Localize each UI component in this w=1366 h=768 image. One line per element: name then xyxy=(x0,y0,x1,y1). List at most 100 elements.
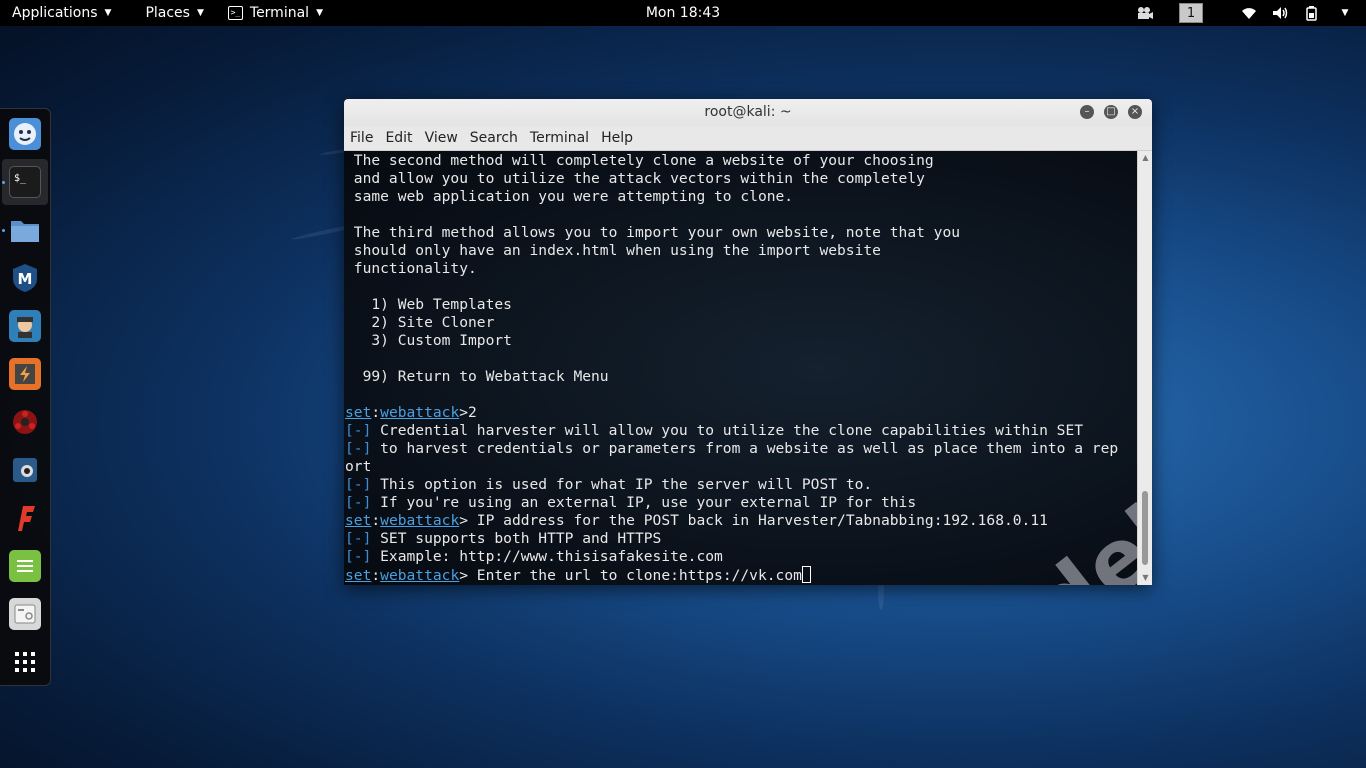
terminal-icon: >_ xyxy=(227,6,243,20)
maximize-icon[interactable]: □ xyxy=(1104,105,1118,119)
top-bar: Applications ▼ Places ▼ >_ Terminal ▼ Mo… xyxy=(0,0,1366,26)
prompt-input: >2 xyxy=(459,404,477,421)
applications-menu[interactable]: Applications ▼ xyxy=(0,0,121,26)
info-line: [-] This option is used for what IP the … xyxy=(345,476,1137,494)
terminal-line: same web application you were attempting… xyxy=(345,188,794,205)
terminal-line: ort xyxy=(345,458,372,475)
applications-label: Applications xyxy=(12,5,98,21)
close-icon[interactable]: × xyxy=(1128,105,1142,119)
prompt-colon: : xyxy=(371,512,381,529)
dock-files-icon[interactable] xyxy=(9,214,41,246)
text-cursor xyxy=(801,566,811,583)
dock-burpsuite-icon[interactable] xyxy=(9,358,41,390)
prompt-colon: : xyxy=(371,404,381,421)
menu-view[interactable]: View xyxy=(419,130,464,146)
prompt-input: > IP address for the POST back in Harves… xyxy=(459,512,1048,529)
battery-icon[interactable] xyxy=(1304,5,1322,21)
chevron-down-icon: ▼ xyxy=(1341,8,1349,18)
prompt-webattack: webattack xyxy=(380,567,460,584)
info-line: [-] SET supports both HTTP and HTTPS xyxy=(345,530,1137,548)
prompt-line: set:webattack> IP address for the POST b… xyxy=(345,512,1137,530)
prompt-input: > Enter the url to clone:https://vk.com xyxy=(459,567,802,584)
power-menu-icon[interactable]: ▼ xyxy=(1336,5,1354,21)
scroll-down-icon[interactable]: ▼ xyxy=(1138,571,1152,585)
info-marker: [-] xyxy=(345,548,372,565)
terminal-output[interactable]: The second method will completely clone … xyxy=(344,151,1137,585)
menu-help[interactable]: Help xyxy=(595,130,639,146)
info-text: If you're using an external IP, use your… xyxy=(371,494,917,511)
terminal-line: and allow you to utilize the attack vect… xyxy=(345,170,925,187)
dock-faraday-icon[interactable] xyxy=(9,406,41,438)
menu-option: 1) Web Templates xyxy=(345,296,512,313)
terminal-app-menu[interactable]: >_ Terminal ▼ xyxy=(218,0,333,26)
menu-option: 99) Return to Webattack Menu xyxy=(345,368,609,385)
info-text: Credential harvester will allow you to u… xyxy=(371,422,1084,439)
system-tray: 1 ▼ xyxy=(1129,0,1366,26)
running-indicator xyxy=(2,181,5,184)
menu-option: 2) Site Cloner xyxy=(345,314,495,331)
workspace-indicator[interactable]: 1 xyxy=(1179,3,1203,23)
window-controls: – □ × xyxy=(1070,105,1142,119)
terminal-scrollbar[interactable]: ▲ ▼ xyxy=(1137,151,1152,585)
prompt-set: set xyxy=(345,567,372,584)
terminal-label: Terminal xyxy=(249,5,310,21)
prompt-colon: : xyxy=(371,567,381,584)
dock-app-grid-icon[interactable] xyxy=(9,646,41,678)
menu-search[interactable]: Search xyxy=(464,130,524,146)
dock-metasploit-icon[interactable]: M xyxy=(9,262,41,294)
clock-label[interactable]: Mon 18:43 xyxy=(646,5,720,21)
terminal-line: functionality. xyxy=(345,260,477,277)
svg-text:M: M xyxy=(18,270,33,288)
info-marker: [-] xyxy=(345,440,372,457)
info-text: SET supports both HTTP and HTTPS xyxy=(371,530,662,547)
info-marker: [-] xyxy=(345,422,372,439)
window-title: root@kali: ~ xyxy=(704,104,792,120)
dock-maltego-icon[interactable] xyxy=(9,454,41,486)
scroll-up-icon[interactable]: ▲ xyxy=(1138,151,1152,165)
chevron-down-icon: ▼ xyxy=(316,8,323,18)
prompt-set: set xyxy=(345,404,372,421)
dock-flashfire-icon[interactable] xyxy=(9,502,41,534)
scrollbar-thumb[interactable] xyxy=(1142,491,1148,565)
places-menu[interactable]: Places ▼ xyxy=(135,0,213,26)
info-line: [-] Credential harvester will allow you … xyxy=(345,422,1137,440)
info-text: to harvest credentials or parameters fro… xyxy=(371,440,1119,457)
dock-dictionary-icon[interactable] xyxy=(9,598,41,630)
dock: $_ M xyxy=(0,108,51,686)
info-text: This option is used for what IP the serv… xyxy=(371,476,873,493)
running-indicator xyxy=(2,229,5,232)
menu-option: 3) Custom Import xyxy=(345,332,512,349)
minimize-icon[interactable]: – xyxy=(1080,105,1094,119)
dock-armitage-icon[interactable] xyxy=(9,310,41,342)
prompt-webattack: webattack xyxy=(380,404,460,421)
info-marker: [-] xyxy=(345,494,372,511)
window-titlebar[interactable]: root@kali: ~ – □ × xyxy=(344,99,1152,126)
info-marker: [-] xyxy=(345,476,372,493)
menu-edit[interactable]: Edit xyxy=(379,130,418,146)
terminal-window[interactable]: root@kali: ~ – □ × File Edit View Search… xyxy=(344,99,1152,585)
dock-finder-icon[interactable] xyxy=(9,118,41,150)
dock-notes-icon[interactable] xyxy=(9,550,41,582)
info-line: [-] If you're using an external IP, use … xyxy=(345,494,1137,512)
wifi-icon[interactable] xyxy=(1240,5,1258,21)
menu-file[interactable]: File xyxy=(344,130,379,146)
volume-icon[interactable] xyxy=(1272,5,1290,21)
terminal-line: should only have an index.html when usin… xyxy=(345,242,881,259)
info-line: [-] to harvest credentials or parameters… xyxy=(345,440,1137,458)
prompt-line: set:webattack>2 xyxy=(345,404,1137,422)
window-menubar: File Edit View Search Terminal Help xyxy=(344,126,1152,151)
terminal-line: The second method will completely clone … xyxy=(345,152,934,169)
menu-terminal[interactable]: Terminal xyxy=(524,130,595,146)
info-line: [-] Example: http://www.thisisafakesite.… xyxy=(345,548,1137,566)
prompt-set: set xyxy=(345,512,372,529)
prompt-webattack: webattack xyxy=(380,512,460,529)
info-text: Example: http://www.thisisafakesite.com xyxy=(371,548,723,565)
video-camera-icon[interactable] xyxy=(1136,5,1154,21)
dock-terminal-icon[interactable]: $_ xyxy=(9,166,41,198)
terminal-line: The third method allows you to import yo… xyxy=(345,224,961,241)
chevron-down-icon: ▼ xyxy=(104,8,112,18)
chevron-down-icon: ▼ xyxy=(196,8,204,18)
